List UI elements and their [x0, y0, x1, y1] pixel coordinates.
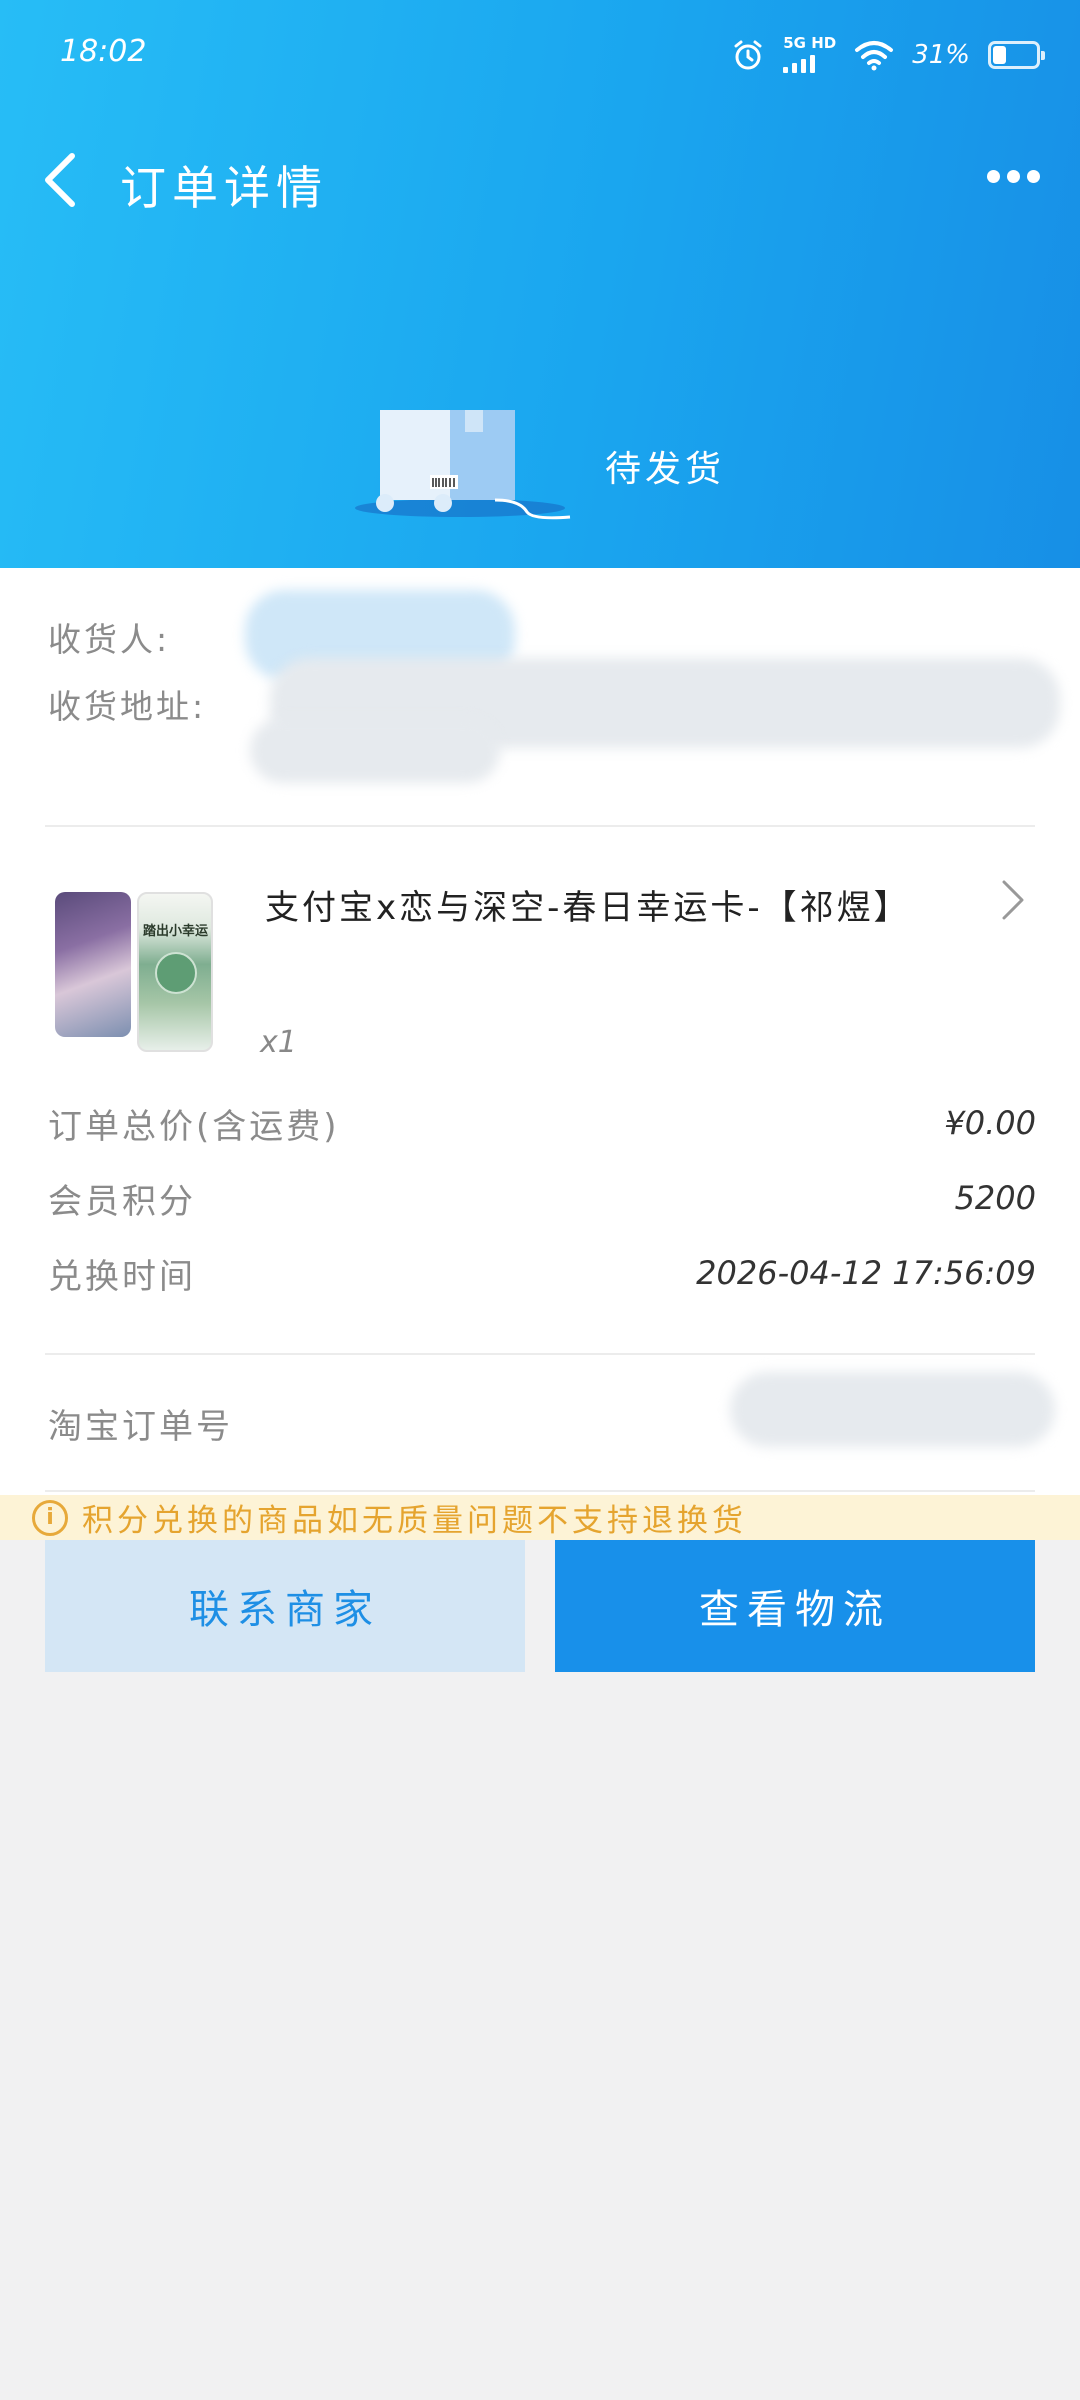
battery-fill: [993, 45, 1006, 64]
notice-text: 积分兑换的商品如无质量问题不支持退换货: [82, 1503, 747, 1539]
redeem-time-row: 兑换时间 2026-04-12 17:56:09: [48, 1245, 1036, 1301]
order-total-row: 订单总价(含运费) ¥0.00: [48, 1095, 1036, 1151]
taobao-order-redacted: [730, 1372, 1055, 1447]
address-label: 收货地址:: [48, 687, 207, 726]
status-icons: 5G HD 31%: [731, 36, 1045, 73]
chevron-right-icon[interactable]: [998, 878, 1028, 922]
redeem-time-value: 2026-04-12 17:56:09: [696, 1254, 1036, 1292]
info-icon: i: [32, 1499, 68, 1536]
divider: [45, 825, 1035, 827]
redeem-time-label: 兑换时间: [48, 1256, 196, 1297]
order-total-value: ¥0.00: [944, 1104, 1036, 1142]
divider: [45, 1490, 1035, 1492]
status-time: 18:02: [60, 34, 147, 69]
view-logistics-button[interactable]: 查看物流: [555, 1540, 1035, 1672]
product-image-portrait[interactable]: [55, 892, 131, 1037]
status-bar: 18:02 5G HD 31%: [0, 0, 1080, 110]
order-total-label: 订单总价(含运费): [48, 1106, 340, 1147]
product-quantity: x1: [260, 1025, 297, 1060]
package-box-icon: [355, 410, 571, 520]
divider: [45, 1353, 1035, 1355]
network-type: 5G HD: [783, 34, 837, 52]
address-redacted-line2: [250, 718, 500, 783]
battery-percent: 31%: [912, 39, 970, 70]
product-image-card[interactable]: 踏出小幸运: [137, 892, 213, 1052]
battery-icon: [988, 40, 1045, 69]
member-points-value: 5200: [954, 1179, 1036, 1217]
page-title: 订单详情: [120, 161, 328, 215]
return-policy-notice: i 积分兑换的商品如无质量问题不支持退换货: [0, 1495, 1080, 1540]
order-status-text: 待发货: [605, 449, 726, 490]
wifi-icon: [855, 40, 894, 70]
contact-merchant-button[interactable]: 联系商家: [45, 1540, 525, 1672]
member-points-row: 会员积分 5200: [48, 1170, 1036, 1226]
more-options-icon[interactable]: [987, 170, 1040, 183]
nav-bar: 订单详情: [0, 130, 1080, 230]
alarm-icon: [734, 40, 762, 69]
product-title[interactable]: 支付宝x恋与深空-春日幸运卡-【祁煜】: [265, 880, 911, 929]
signal-bars-icon: [783, 53, 836, 73]
product-image-caption: 踏出小幸运: [143, 924, 209, 939]
member-points-label: 会员积分: [48, 1181, 196, 1222]
recipient-label: 收货人:: [48, 620, 171, 659]
taobao-order-label: 淘宝订单号: [48, 1406, 233, 1447]
back-arrow-icon[interactable]: [34, 150, 94, 210]
order-status-header: 18:02 5G HD 31% 订单详情 待发货: [0, 0, 1080, 568]
signal-indicator: 5G HD: [783, 36, 836, 73]
